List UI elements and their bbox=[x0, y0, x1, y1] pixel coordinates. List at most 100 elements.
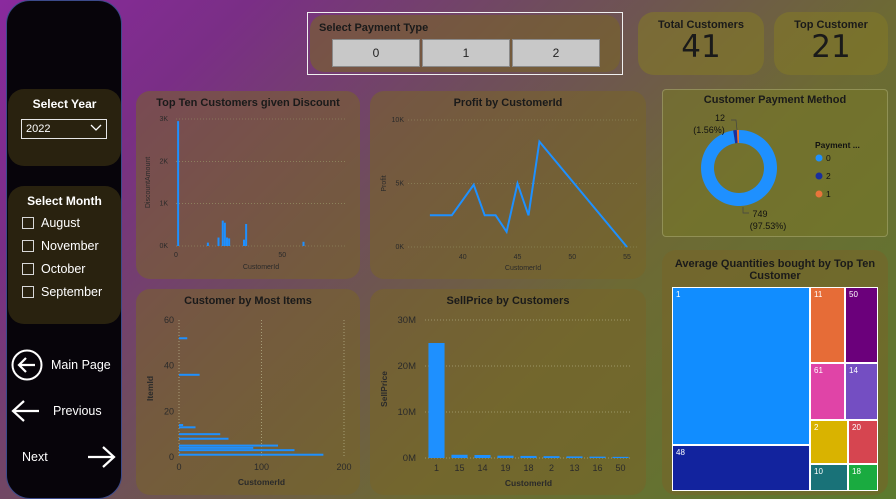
year-dropdown[interactable]: 2022 bbox=[21, 119, 107, 139]
y-tick-label: 3K bbox=[159, 116, 168, 123]
items-chart[interactable]: 0 20 40 60 0 100 200 CustomerId ItemId bbox=[136, 289, 360, 495]
chevron-down-icon bbox=[90, 121, 102, 138]
bar bbox=[589, 456, 606, 458]
y-axis-label: DiscountAmount bbox=[145, 157, 152, 208]
y-tick-label: 5K bbox=[395, 181, 404, 188]
treemap-cell[interactable]: 1 bbox=[672, 287, 810, 445]
data-label: (97.53%) bbox=[750, 221, 787, 231]
sellprice-chart-card: SellPrice by Customers 0M 10M 20M 30M 1 15 14 1… bbox=[370, 289, 646, 495]
checkbox[interactable] bbox=[22, 263, 34, 275]
previous-button[interactable]: Previous bbox=[11, 398, 102, 424]
sellprice-chart[interactable]: 0M 10M 20M 30M 1 15 14 19 18 2 13 16 50 CustomerId Sel… bbox=[370, 289, 646, 495]
x-tick-label: 15 bbox=[454, 463, 464, 473]
payment-option-button[interactable]: 2 bbox=[512, 39, 600, 67]
treemap-cell[interactable]: 14 bbox=[845, 363, 878, 420]
treemap-card: Average Quantities bought by Top Ten Cus… bbox=[662, 250, 888, 495]
treemap-cell[interactable]: 11 bbox=[810, 287, 845, 363]
treemap-cell[interactable]: 50 bbox=[845, 287, 878, 363]
y-tick-label: 40 bbox=[164, 361, 174, 371]
bar bbox=[245, 223, 248, 246]
bar bbox=[428, 343, 445, 458]
bar bbox=[217, 237, 220, 246]
bar bbox=[302, 241, 305, 246]
month-option[interactable]: November bbox=[22, 239, 99, 253]
bar bbox=[179, 446, 254, 449]
y-tick-label: 20 bbox=[164, 406, 174, 416]
year-slicer-card: Select Year 2022 bbox=[8, 89, 121, 166]
x-axis-label: CustomerId bbox=[505, 265, 541, 272]
y-tick-label: 1K bbox=[159, 201, 168, 208]
year-value: 2022 bbox=[26, 123, 51, 135]
bar bbox=[451, 454, 468, 458]
checkbox[interactable] bbox=[22, 217, 34, 229]
bar bbox=[206, 242, 209, 246]
data-label: 749 bbox=[752, 209, 767, 219]
legend-marker bbox=[815, 190, 823, 198]
data-label: (1.56%) bbox=[693, 125, 725, 135]
treemap-cell[interactable]: 18 bbox=[848, 464, 878, 491]
discount-chart[interactable]: 0K 1K 2K 3K 0 50 CustomerId DiscountAmount bbox=[136, 91, 360, 279]
bar bbox=[612, 456, 629, 458]
treemap-cell[interactable]: 2 bbox=[810, 420, 848, 464]
x-axis-label: CustomerId bbox=[238, 477, 285, 487]
x-tick-label: 50 bbox=[278, 252, 286, 259]
legend-label: 1 bbox=[826, 189, 831, 199]
checkbox[interactable] bbox=[22, 240, 34, 252]
treemap[interactable]: 1 48 11 50 61 14 2 20 10 18 bbox=[672, 287, 879, 492]
bar bbox=[179, 453, 324, 456]
checkbox[interactable] bbox=[22, 286, 34, 298]
payment-method-card: Customer Payment Method 12 (1.56%) 749 (97.… bbox=[662, 89, 888, 237]
bar bbox=[177, 121, 180, 246]
payment-option-button[interactable]: 0 bbox=[332, 39, 420, 67]
x-tick-label: 50 bbox=[568, 254, 576, 261]
legend-label: 0 bbox=[826, 153, 831, 163]
treemap-cell[interactable]: 10 bbox=[810, 464, 848, 491]
treemap-cell[interactable]: 48 bbox=[672, 445, 810, 491]
year-slicer-title: Select Year bbox=[32, 97, 97, 111]
month-slicer-title: Select Month bbox=[27, 194, 102, 208]
bar bbox=[179, 433, 221, 436]
payment-method-chart[interactable]: 12 (1.56%) 749 (97.53%) Payment ... 0 2 1 bbox=[663, 90, 889, 238]
profit-chart-card: Profit by CustomerId 0K 5K 10K 40 45 50 55 Cust… bbox=[370, 91, 646, 279]
bar bbox=[474, 455, 491, 458]
bar bbox=[221, 220, 224, 246]
treemap-cell[interactable]: 61 bbox=[810, 363, 845, 420]
month-option[interactable]: August bbox=[22, 216, 80, 230]
x-axis-label: CustomerId bbox=[243, 264, 279, 271]
month-option[interactable]: September bbox=[22, 285, 102, 299]
kpi-top-customer: Top Customer 21 bbox=[774, 12, 888, 75]
x-tick-label: 13 bbox=[569, 463, 579, 473]
x-tick-label: 18 bbox=[523, 463, 533, 473]
bar bbox=[179, 444, 278, 447]
bar bbox=[543, 456, 560, 458]
y-tick-label: 20M bbox=[398, 361, 417, 372]
y-axis-label: SellPrice bbox=[379, 371, 389, 407]
next-button[interactable]: Next bbox=[22, 444, 116, 470]
x-tick-label: 55 bbox=[623, 254, 631, 261]
treemap-cell[interactable]: 20 bbox=[848, 420, 878, 464]
y-tick-label: 10M bbox=[398, 407, 417, 418]
bar bbox=[223, 222, 226, 246]
main-page-button[interactable]: Main Page bbox=[11, 349, 111, 381]
leader-line bbox=[731, 119, 738, 131]
y-axis-label: ItemId bbox=[145, 376, 155, 401]
legend-label: 2 bbox=[826, 171, 831, 181]
discount-chart-card: Top Ten Customers given Discount 0K 1K 2K 3… bbox=[136, 91, 360, 279]
month-option[interactable]: October bbox=[22, 262, 85, 276]
x-tick-label: 16 bbox=[592, 463, 602, 473]
legend-marker bbox=[815, 154, 823, 162]
month-slicer-card: Select Month August November October Sep… bbox=[8, 186, 121, 324]
payment-slicer-title: Select Payment Type bbox=[319, 22, 429, 34]
payment-option-button[interactable]: 1 bbox=[422, 39, 510, 67]
x-tick-label: 50 bbox=[615, 463, 625, 473]
bar bbox=[520, 455, 537, 458]
y-tick-label: 0K bbox=[395, 244, 404, 251]
legend-marker bbox=[815, 172, 823, 180]
kpi-value: 21 bbox=[811, 29, 851, 65]
y-tick-label: 30M bbox=[398, 315, 417, 326]
y-tick-label: 0 bbox=[169, 452, 174, 462]
x-tick-label: 2 bbox=[549, 463, 554, 473]
bar bbox=[179, 373, 200, 376]
arrow-right-icon bbox=[87, 446, 116, 468]
profit-chart[interactable]: 0K 5K 10K 40 45 50 55 CustomerId Profit bbox=[370, 91, 646, 279]
